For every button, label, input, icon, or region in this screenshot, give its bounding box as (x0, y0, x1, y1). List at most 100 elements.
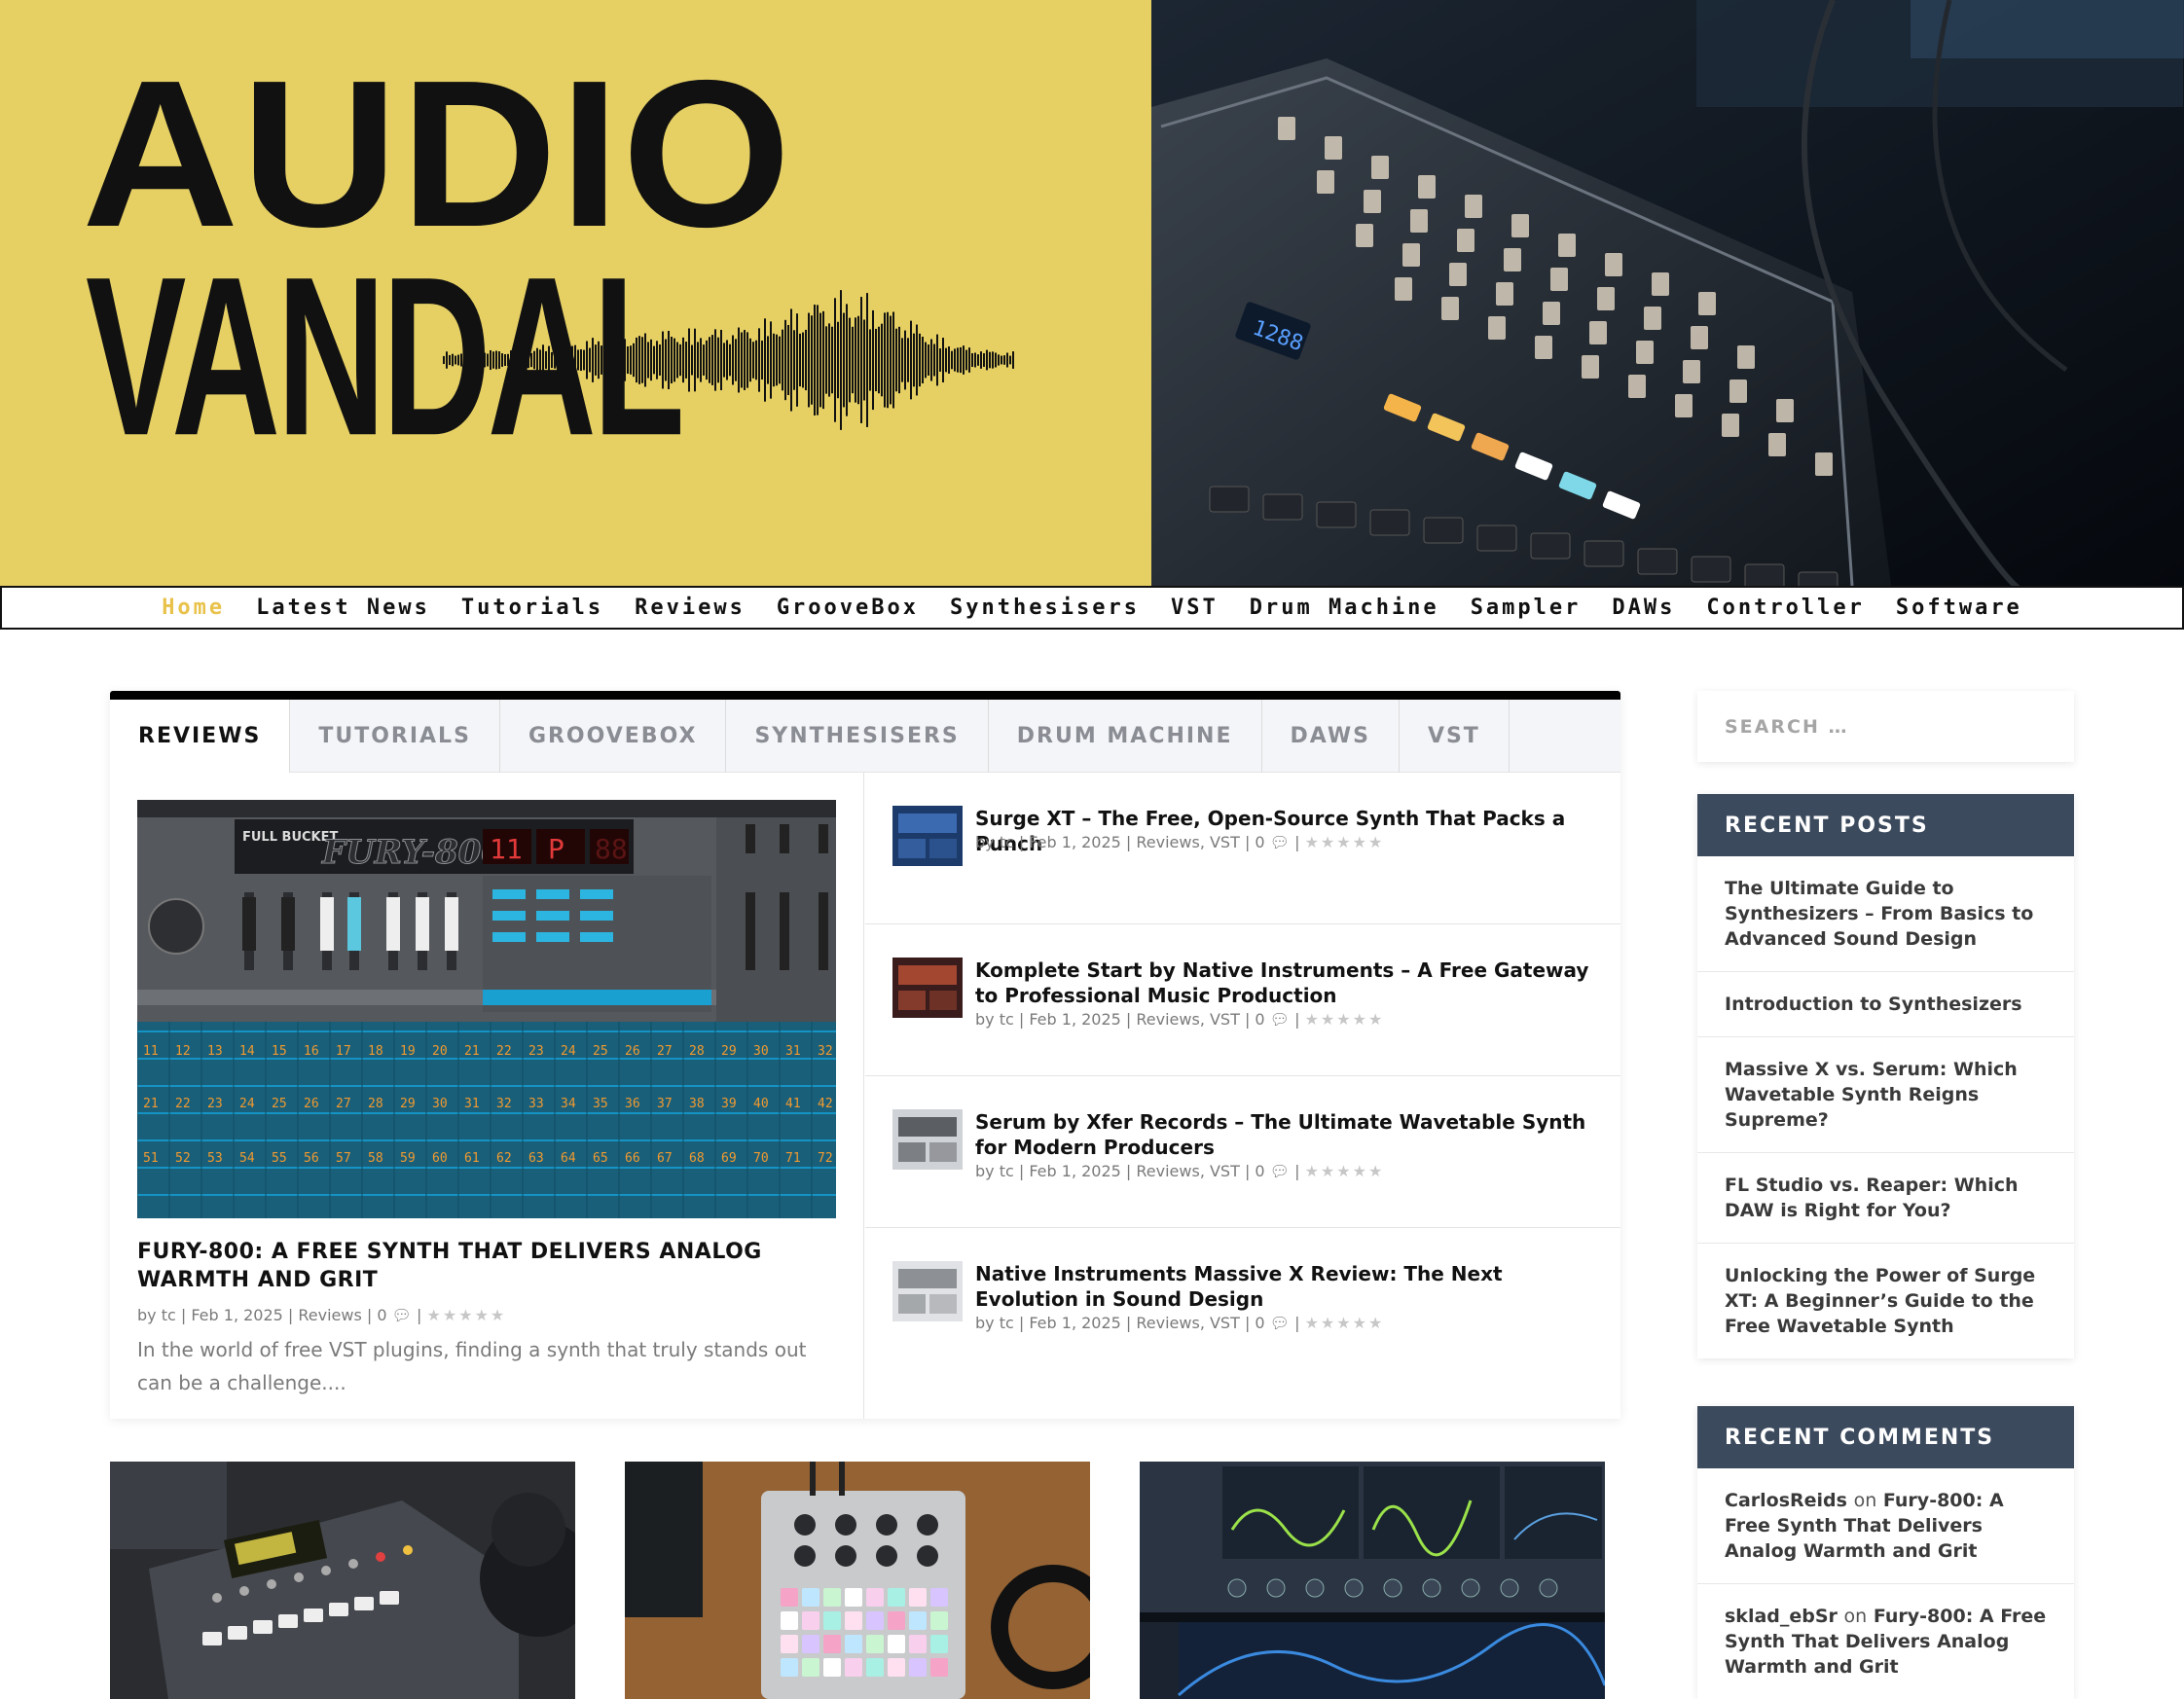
nav-item-vst[interactable]: VST (1155, 596, 1234, 620)
post-meta: by tc | Feb 1, 2025 | Reviews, VST | 0 💬… (975, 833, 1385, 851)
nav-item-reviews[interactable]: Reviews (619, 596, 761, 620)
post-thumbnail[interactable] (892, 1109, 963, 1170)
svg-text:33: 33 (528, 1097, 544, 1111)
post-meta-text: by tc | Feb 1, 2025 | Reviews, VST | 0 (975, 1010, 1265, 1029)
post-card-image-serum[interactable] (1140, 1462, 1605, 1699)
logo-text-audio: AUDIO (82, 36, 793, 271)
recent-comments-heading: RECENT COMMENTS (1697, 1406, 2074, 1468)
nav-item-groovebox[interactable]: GrooveBox (761, 596, 934, 620)
category-tabs: REVIEWS TUTORIALS GROOVEBOX SYNTHESISERS DRU… (110, 700, 1620, 773)
nav-item-controller[interactable]: Controller (1691, 596, 1879, 620)
svg-text:36: 36 (625, 1097, 640, 1111)
svg-text:21: 21 (464, 1044, 480, 1059)
tab-synthesisers[interactable]: SYNTHESISERS (726, 700, 989, 773)
svg-text:63: 63 (528, 1151, 544, 1166)
svg-text:11: 11 (143, 1044, 159, 1059)
svg-text:69: 69 (721, 1151, 737, 1166)
nav-item-tutorials[interactable]: Tutorials (446, 596, 619, 620)
featured-post: FULL BUCKET FURY-800 11 P 88 11 21 51 12 22 5… (110, 773, 864, 1419)
post-title[interactable]: Serum by Xfer Records – The Ultimate Wav… (975, 1109, 1598, 1160)
tab-reviews[interactable]: REVIEWS (110, 700, 291, 773)
comment-author[interactable]: sklad_ebSr (1725, 1606, 1838, 1627)
svg-text:57: 57 (336, 1151, 351, 1166)
svg-text:25: 25 (593, 1044, 608, 1059)
rating-stars: ★★★★★ (1304, 1314, 1385, 1332)
post-meta: by tc | Feb 1, 2025 | Reviews, VST | 0 💬… (975, 1314, 1385, 1332)
svg-text:32: 32 (818, 1044, 833, 1059)
post-meta-text: by tc | Feb 1, 2025 | Reviews, VST | 0 (975, 1162, 1265, 1180)
recent-comment: CarlosReids on Fury-800: A Free Synth Th… (1697, 1468, 2074, 1584)
nav-item-drum-machine[interactable]: Drum Machine (1234, 596, 1455, 620)
recent-post-link[interactable]: Massive X vs. Serum: Which Wavetable Syn… (1697, 1037, 2074, 1153)
module-top-border (110, 691, 1620, 700)
svg-text:13: 13 (207, 1044, 223, 1059)
post-meta: by tc | Feb 1, 2025 | Reviews, VST | 0 💬… (975, 1162, 1385, 1180)
post-title[interactable]: Komplete Start by Native Instruments – A… (975, 958, 1598, 1008)
post-card-image-groovebox[interactable] (110, 1462, 575, 1699)
main-navigation: Home Latest News Tutorials Reviews GrooveBox… (0, 586, 2184, 630)
svg-text:40: 40 (753, 1097, 769, 1111)
tab-daws[interactable]: DAWS (1262, 700, 1400, 773)
post-card-image-circuit[interactable] (625, 1462, 1090, 1699)
tab-tutorials[interactable]: TUTORIALS (290, 700, 500, 773)
nav-item-home[interactable]: Home (146, 596, 240, 620)
tab-drum-machine[interactable]: DRUM MACHINE (989, 700, 1262, 773)
post-title[interactable]: Native Instruments Massive X Review: The… (975, 1261, 1598, 1312)
waveform-graphic (443, 290, 1014, 430)
svg-text:61: 61 (464, 1151, 480, 1166)
banner-photo-sampler: 1288 (1151, 0, 2184, 586)
post-meta-text: by tc | Feb 1, 2025 | Reviews | 0 (137, 1306, 387, 1324)
nav-item-latest-news[interactable]: Latest News (240, 596, 446, 620)
tabbed-posts-module: REVIEWS TUTORIALS GROOVEBOX SYNTHESISERS DRU… (110, 691, 1620, 1419)
comment-icon: 💬︎ (1269, 833, 1291, 851)
search-input[interactable] (1725, 715, 2056, 738)
svg-text:52: 52 (175, 1151, 191, 1166)
svg-text:20: 20 (432, 1044, 448, 1059)
nav-item-synthesisers[interactable]: Synthesisers (934, 596, 1155, 620)
site-header-banner: AUDIO VANDAL 1288 (0, 0, 2184, 586)
svg-text:26: 26 (304, 1097, 319, 1111)
post-list-item: Native Instruments Massive X Review: The… (865, 1228, 1620, 1380)
svg-text:59: 59 (400, 1151, 416, 1166)
svg-text:38: 38 (689, 1097, 705, 1111)
comment-connector: on (1843, 1606, 1868, 1627)
featured-post-image[interactable]: FULL BUCKET FURY-800 11 P 88 11 21 51 12 22 5… (137, 800, 836, 1218)
post-list: Surge XT – The Free, Open-Source Synth T… (865, 773, 1620, 1380)
rating-stars: ★★★★★ (1304, 1162, 1385, 1180)
recent-post-link[interactable]: The Ultimate Guide to Synthesizers – Fro… (1697, 856, 2074, 972)
svg-text:65: 65 (593, 1151, 608, 1166)
recent-post-link[interactable]: FL Studio vs. Reaper: Which DAW is Right… (1697, 1153, 2074, 1244)
nav-item-sampler[interactable]: Sampler (1455, 596, 1597, 620)
rating-stars: ★★★★★ (426, 1306, 507, 1324)
comment-author[interactable]: CarlosReids (1725, 1490, 1847, 1511)
tab-vst[interactable]: VST (1400, 700, 1510, 773)
recent-post-link[interactable]: Unlocking the Power of Surge XT: A Begin… (1697, 1244, 2074, 1358)
post-thumbnail[interactable] (892, 806, 963, 866)
post-thumbnail[interactable] (892, 958, 963, 1018)
logo-panel[interactable]: AUDIO VANDAL (0, 0, 1151, 586)
svg-text:23: 23 (528, 1044, 544, 1059)
svg-text:34: 34 (561, 1097, 576, 1111)
post-meta: by tc | Feb 1, 2025 | Reviews, VST | 0 💬… (975, 1010, 1385, 1029)
nav-item-software[interactable]: Software (1880, 596, 2038, 620)
svg-text:23: 23 (207, 1097, 223, 1111)
featured-post-title[interactable]: FURY-800: A FREE SYNTH THAT DELIVERS ANA… (137, 1238, 838, 1294)
post-thumbnail[interactable] (892, 1261, 963, 1321)
svg-text:71: 71 (785, 1151, 801, 1166)
svg-text:31: 31 (464, 1097, 480, 1111)
svg-text:15: 15 (272, 1044, 287, 1059)
svg-text:26: 26 (625, 1044, 640, 1059)
recent-post-link[interactable]: Introduction to Synthesizers (1697, 972, 2074, 1037)
nav-item-daws[interactable]: DAWs (1596, 596, 1691, 620)
svg-text:25: 25 (272, 1097, 287, 1111)
svg-text:28: 28 (368, 1097, 383, 1111)
svg-text:60: 60 (432, 1151, 448, 1166)
svg-text:41: 41 (785, 1097, 801, 1111)
svg-text:24: 24 (561, 1044, 576, 1059)
synth-model-label: FURY-800 (321, 833, 504, 872)
recent-comments-widget: RECENT COMMENTS CarlosReids on Fury-800:… (1697, 1406, 2074, 1699)
svg-text:72: 72 (818, 1151, 833, 1166)
svg-text:12: 12 (175, 1044, 191, 1059)
comment-icon: 💬︎ (1269, 1010, 1291, 1029)
tab-groovebox[interactable]: GROOVEBOX (500, 700, 727, 773)
